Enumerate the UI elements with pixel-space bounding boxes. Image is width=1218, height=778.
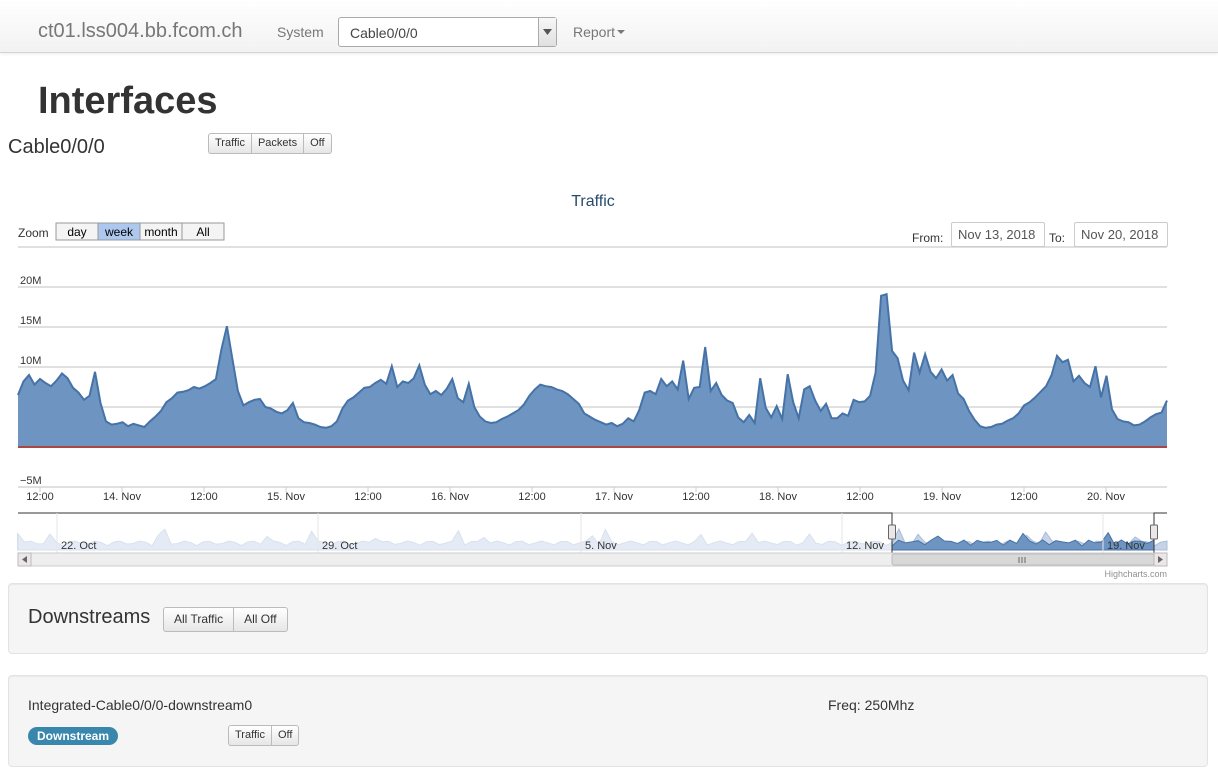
from-label: From:: [912, 231, 944, 245]
zoom-All-label[interactable]: All: [196, 225, 209, 239]
interface-view-buttons: Traffic Packets Off: [208, 133, 332, 154]
x-tick-label: 18. Nov: [759, 491, 797, 503]
system-select[interactable]: Cable0/0/0: [338, 17, 557, 47]
x-tick-label: 17. Nov: [595, 491, 633, 503]
highcharts-credit[interactable]: Highcharts.com: [1104, 569, 1167, 579]
navigator-tick-label: 12. Nov: [846, 540, 884, 552]
zoom-week-label[interactable]: week: [104, 225, 134, 239]
x-tick-label: 12:00: [682, 491, 710, 503]
downstream-name: Integrated-Cable0/0/0-downstream0: [28, 697, 253, 713]
traffic-button[interactable]: Traffic: [208, 133, 251, 154]
y-tick-label: 10M: [20, 355, 41, 367]
navigator-mask: [18, 513, 892, 553]
chevron-down-icon[interactable]: [538, 18, 556, 46]
zoom-month-label[interactable]: month: [144, 225, 177, 239]
downstream-badge: Downstream: [28, 727, 119, 745]
navigator-tick-label: 29. Oct: [322, 540, 357, 552]
navbar: ct01.lss004.bb.fcom.ch System Cable0/0/0…: [0, 0, 1218, 53]
page-title: Interfaces: [38, 80, 218, 122]
navigator-tick-label: 22. Oct: [61, 540, 96, 552]
downstream-off-button[interactable]: Off: [270, 725, 300, 746]
traffic-chart: TrafficZoomdayweekmonthAll20M15M10M5M0M−…: [0, 180, 1218, 580]
y-tick-label: −5M: [20, 475, 42, 487]
x-tick-label: 12:00: [354, 491, 382, 503]
x-tick-label: 12:00: [26, 491, 54, 503]
from-date-input[interactable]: Nov 13, 2018: [951, 222, 1045, 247]
downstream-buttons: Traffic Off: [228, 725, 300, 746]
x-tick-label: 19. Nov: [923, 491, 961, 503]
y-tick-label: 20M: [20, 275, 41, 287]
x-tick-label: 12:00: [1010, 491, 1038, 503]
x-tick-label: 15. Nov: [267, 491, 305, 503]
x-tick-label: 14. Nov: [103, 491, 141, 503]
zoom-day-label[interactable]: day: [67, 225, 86, 239]
downstreams-title: Downstreams: [28, 606, 151, 628]
navigator-tick-label: 5. Nov: [585, 540, 617, 552]
system-select-value: Cable0/0/0: [350, 25, 418, 41]
scrollbar-thumb[interactable]: [891, 553, 1155, 566]
system-label: System: [277, 24, 324, 40]
to-date-input[interactable]: Nov 20, 2018: [1074, 222, 1168, 247]
interface-name: Cable0/0/0: [8, 136, 105, 158]
x-tick-label: 20. Nov: [1087, 491, 1125, 503]
off-button[interactable]: Off: [303, 133, 332, 154]
caret-down-icon: [617, 30, 626, 35]
navigator-left-handle[interactable]: [888, 524, 896, 540]
navigator-right-handle[interactable]: [1150, 524, 1158, 540]
report-menu-label: Report: [573, 24, 616, 40]
traffic-area-fill: [18, 294, 1167, 447]
zoom-label: Zoom: [18, 226, 49, 240]
report-menu[interactable]: Report: [573, 24, 626, 40]
to-label: To:: [1049, 231, 1066, 245]
all-traffic-button[interactable]: All Traffic: [163, 607, 234, 632]
downstream-freq: Freq: 250Mhz: [828, 697, 915, 713]
packets-button[interactable]: Packets: [250, 133, 304, 154]
downstreams-panel: Downstreams All Traffic All Off: [8, 583, 1208, 654]
downstreams-buttons: All Traffic All Off: [163, 607, 288, 632]
brand-link[interactable]: ct01.lss004.bb.fcom.ch: [38, 20, 243, 43]
downstream-item: Integrated-Cable0/0/0-downstream0 Freq: …: [8, 675, 1208, 767]
x-tick-label: 12:00: [846, 491, 874, 503]
all-off-button[interactable]: All Off: [233, 607, 288, 632]
x-tick-label: 12:00: [190, 491, 218, 503]
navigator-tick-label: 19. Nov: [1107, 540, 1145, 552]
y-tick-label: 15M: [20, 315, 41, 327]
x-tick-label: 16. Nov: [431, 491, 469, 503]
x-tick-label: 12:00: [518, 491, 546, 503]
downstream-traffic-button[interactable]: Traffic: [228, 725, 271, 746]
chart-title: Traffic: [571, 193, 615, 210]
